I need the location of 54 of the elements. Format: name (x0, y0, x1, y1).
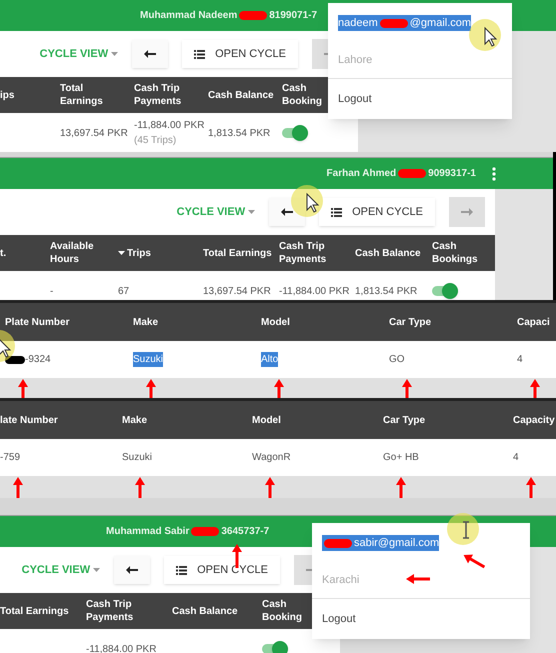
table-cell-text: 1,813.54 PKR (355, 284, 418, 298)
column-header: Cash Balance (355, 246, 421, 260)
column-header: Cash Balance (172, 604, 238, 618)
column-header: Cash Trip Payments (134, 82, 182, 108)
column-header: Available Hours (50, 240, 95, 266)
column-header: Total Earnings (0, 604, 69, 618)
column-header: Model (252, 414, 281, 426)
column-header: Cash Trip Payments (86, 598, 134, 624)
column-header: Total Earnings (203, 246, 272, 260)
table-cell-text: 13,697.54 PKR (203, 284, 272, 298)
table-cell-text: WagonR (252, 451, 291, 465)
column-header: ips (0, 88, 14, 102)
table-cell-text: -11,884.00 PKR (134, 119, 206, 133)
column-header: t. (0, 246, 6, 260)
table-cell-text: Go+ HB (383, 451, 419, 465)
column-header: Cash Booking (282, 82, 322, 108)
table-cell-text: Suzuki (122, 451, 152, 465)
title-text: @gmail.com (410, 16, 472, 31)
table-cell-text: -11,884.00 PKR (279, 284, 350, 298)
table-cell-text: 4 (517, 353, 523, 367)
column-header: Cash Booking (262, 598, 303, 624)
column-header: late Number (0, 414, 58, 426)
title-text: Muhammad Nadeem (140, 9, 238, 23)
title-text: Muhammad Sabir (106, 525, 190, 539)
table-cell-text: 1,813.54 PKR (208, 126, 272, 140)
title-text: nadeem (338, 16, 378, 31)
column-header: Plate Number (5, 316, 70, 328)
table-cell-text: -9324 (25, 353, 51, 367)
title-text: 3645737-7 (221, 525, 270, 539)
trip-count: (45 Trips) (134, 134, 178, 148)
column-header: Make (133, 316, 158, 328)
table-cell-text: -759 (0, 451, 20, 465)
column-header: Car Type (389, 316, 432, 328)
column-header: Cash Balance (208, 88, 274, 102)
column-header: Cash Bookings (432, 240, 479, 266)
column-header: Model (261, 316, 290, 328)
table-cell-text: 67 (118, 284, 130, 298)
column-header: Total Earnings (60, 82, 104, 108)
column-header: Cash Trip Payments (279, 240, 328, 266)
table-cell-text: -11,884.00 PKR (86, 642, 158, 653)
table-cell-text: 13,697.54 PKR (60, 126, 129, 140)
table-cell: Suzuki (133, 352, 164, 367)
title-text: sabir@gmail.com (354, 536, 440, 551)
table-cell-text: - (50, 284, 54, 298)
column-header: Capaci (517, 316, 550, 328)
table-cell-text: 4 (513, 451, 519, 465)
column-header: Capacity (513, 414, 555, 426)
table-cell: Alto (261, 352, 278, 367)
title-text: 9099317-1 (428, 167, 476, 181)
title-text: 8199071-7 (269, 9, 318, 23)
title-text: Farhan Ahmed (326, 167, 396, 181)
table-cell-text: GO (389, 353, 405, 367)
column-header: Car Type (383, 414, 426, 426)
column-header: Make (122, 414, 148, 426)
